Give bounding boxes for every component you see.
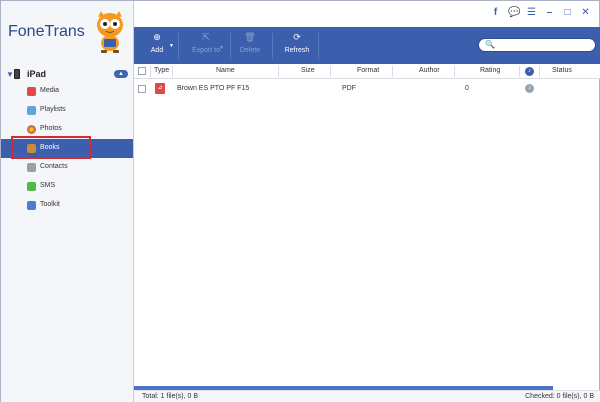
ipad-icon [14, 69, 20, 79]
select-all-checkbox[interactable] [138, 67, 146, 75]
refresh-label: Refresh [284, 47, 310, 54]
sidebar-item-label: Playlists [40, 106, 66, 113]
sidebar-item-playlists[interactable]: Playlists [1, 101, 133, 120]
toolbar-divider [178, 33, 179, 59]
column-divider [150, 66, 151, 77]
music-header-icon: ♪ [525, 67, 534, 76]
sidebar: FoneTrans ▼ iPad ▲ Media Playlists Photo… [1, 1, 134, 402]
device-name: iPad [27, 69, 47, 79]
column-divider [330, 66, 331, 77]
toolbar-divider [318, 33, 319, 59]
column-divider [519, 66, 520, 77]
add-label: Add [150, 47, 164, 54]
facebook-icon[interactable]: f [490, 7, 501, 18]
device-ipad[interactable]: ▼ iPad ▲ [1, 66, 133, 82]
delete-button[interactable]: 🗑 Delete [235, 31, 265, 61]
column-divider [172, 66, 173, 77]
app-title: FoneTrans [8, 23, 85, 40]
export-icon: ⇱ [202, 32, 210, 42]
app-window: FoneTrans ▼ iPad ▲ Media Playlists Photo… [0, 0, 600, 402]
toolbar-divider [230, 33, 231, 59]
table-row[interactable]: ⊿ Brown ES PTO PF F15 PDF 0 ♪ [134, 81, 600, 97]
add-dropdown-icon[interactable]: ▼ [169, 43, 174, 49]
search-box[interactable]: 🔍 [478, 38, 596, 52]
mascot-logo-icon [97, 11, 123, 53]
music-status-icon[interactable]: ♪ [525, 84, 534, 93]
minimize-button[interactable]: – [544, 7, 555, 18]
file-table: Type Name Size Format Author Rating ♪ St… [134, 64, 600, 386]
column-header-status[interactable]: Status [552, 67, 572, 74]
sidebar-item-sms[interactable]: SMS [1, 177, 133, 196]
row-rating: 0 [465, 85, 469, 92]
refresh-icon: ⟳ [293, 32, 301, 42]
column-header-name[interactable]: Name [216, 67, 235, 74]
sidebar-item-media[interactable]: Media [1, 82, 133, 101]
window-controls: f 💬 ☰ – □ ✕ [490, 7, 591, 21]
column-header-rating[interactable]: Rating [480, 67, 500, 74]
row-format: PDF [342, 85, 356, 92]
column-divider [539, 66, 540, 77]
column-divider [392, 66, 393, 77]
menu-icon[interactable]: ☰ [526, 7, 537, 18]
toolbar: ⊕ Add ▼ ⇱ Export to ▼ 🗑 Delete ⟳ Refresh… [134, 27, 600, 64]
total-files-text: Total: 1 file(s), 0 B [142, 393, 199, 400]
column-header-author[interactable]: Author [419, 67, 440, 74]
trash-icon: 🗑 [244, 32, 256, 42]
column-header-size[interactable]: Size [301, 67, 315, 74]
maximize-button[interactable]: □ [562, 7, 573, 18]
eject-icon[interactable]: ▲ [114, 70, 128, 78]
search-input[interactable] [497, 40, 592, 50]
add-button[interactable]: ⊕ Add [142, 31, 172, 61]
row-name: Brown ES PTO PF F15 [177, 85, 250, 92]
music-note-icon [27, 87, 36, 96]
column-divider [278, 66, 279, 77]
export-dropdown-icon[interactable]: ▼ [219, 45, 224, 51]
checked-files-text: Checked: 0 file(s), 0 B [525, 393, 594, 400]
sidebar-item-label: Media [40, 87, 60, 94]
table-header: Type Name Size Format Author Rating ♪ St… [134, 64, 600, 79]
sidebar-item-toolkit[interactable]: Toolkit [1, 196, 133, 215]
toolbar-divider [272, 33, 273, 59]
close-button[interactable]: ✕ [580, 7, 591, 18]
status-bar: Total: 1 file(s), 0 B Checked: 0 file(s)… [134, 390, 600, 402]
pdf-file-icon: ⊿ [155, 83, 165, 94]
column-header-format[interactable]: Format [357, 67, 379, 74]
contacts-icon [27, 163, 36, 172]
sidebar-item-label: Toolkit [40, 201, 60, 208]
feedback-icon[interactable]: 💬 [508, 7, 520, 18]
sidebar-item-label: SMS [40, 182, 56, 189]
sidebar-item-label: Contacts [40, 163, 68, 170]
sidebar-item-contacts[interactable]: Contacts [1, 158, 133, 177]
collapse-caret-icon[interactable]: ▼ [6, 70, 14, 79]
refresh-button[interactable]: ⟳ Refresh [280, 31, 314, 61]
playlist-icon [27, 106, 36, 115]
delete-label: Delete [239, 47, 261, 54]
message-icon [27, 182, 36, 191]
column-header-type[interactable]: Type [154, 67, 169, 74]
column-divider [454, 66, 455, 77]
annotation-highlight-box [11, 136, 91, 159]
photos-icon [27, 125, 36, 134]
plus-icon: ⊕ [153, 32, 161, 42]
search-icon: 🔍 [485, 40, 495, 49]
row-checkbox[interactable] [138, 85, 146, 93]
toolkit-icon [27, 201, 36, 210]
sidebar-item-label: Photos [40, 125, 62, 132]
